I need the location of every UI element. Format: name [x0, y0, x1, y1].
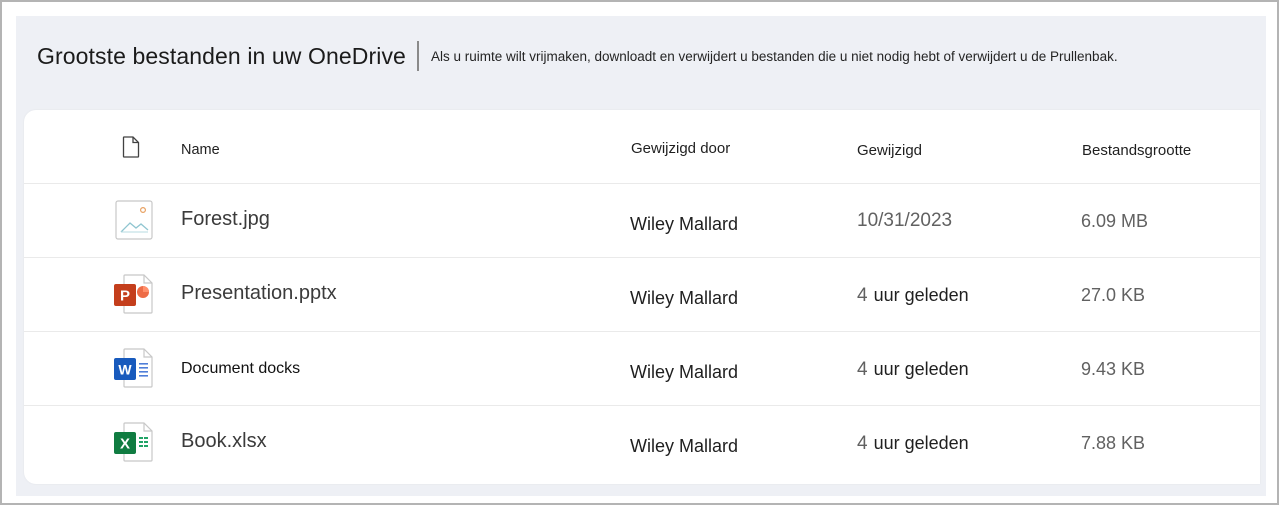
file-name[interactable]: Presentation.pptx: [181, 282, 337, 305]
file-name[interactable]: Forest.jpg: [181, 208, 270, 231]
modified-value: 4: [857, 433, 868, 454]
page-subtitle: Als u ruimte wilt vrijmaken, downloadt e…: [430, 48, 1118, 64]
header-divider: [416, 41, 419, 71]
modified-value: 4: [857, 359, 868, 380]
window-frame: Grootste bestanden in uw OneDrive Als u …: [0, 0, 1279, 505]
modified-by: Wiley Mallard: [630, 288, 739, 308]
file-icon[interactable]: [122, 136, 140, 163]
modified-date: 4 uur geleden: [857, 433, 969, 455]
powerpoint-file-icon: P: [113, 272, 155, 316]
largest-files-panel: Grootste bestanden in uw OneDrive Als u …: [16, 16, 1266, 496]
file-size: 7.88 KB: [1081, 433, 1146, 453]
panel-header: Grootste bestanden in uw OneDrive Als u …: [37, 38, 1118, 74]
modified-value: 4: [857, 285, 868, 306]
modified-date: 10/31/2023: [857, 210, 952, 232]
table-header-row: Name Gewijzigd door Gewijzigd Bestandsgr…: [24, 110, 1260, 184]
table-row[interactable]: P Presentation.pptx Wiley Mallard 4 uur g…: [24, 258, 1260, 332]
file-size: 27.0 KB: [1081, 285, 1146, 305]
modified-by: Wiley Mallard: [630, 214, 739, 234]
file-name[interactable]: Document docks: [181, 360, 300, 378]
svg-text:P: P: [120, 288, 130, 305]
modified-unit: uur geleden: [873, 285, 969, 305]
modified-by: Wiley Mallard: [630, 436, 739, 456]
file-size: 6.09 MB: [1081, 211, 1149, 231]
excel-file-icon: X: [113, 420, 155, 464]
table-row[interactable]: X Book.xlsx Wiley Mallard 4 uur geleden 7…: [24, 406, 1260, 480]
modified-unit: uur geleden: [873, 433, 969, 453]
file-size: 9.43 KB: [1081, 359, 1146, 379]
modified-unit: uur geleden: [873, 359, 969, 379]
page-title: Grootste bestanden in uw OneDrive: [37, 42, 406, 69]
svg-text:X: X: [120, 436, 130, 453]
file-name[interactable]: Book.xlsx: [181, 430, 267, 453]
svg-text:W: W: [118, 362, 132, 378]
column-header-name[interactable]: Name: [181, 142, 220, 158]
column-header-file-size[interactable]: Bestandsgrootte: [1082, 142, 1191, 159]
files-table: Name Gewijzigd door Gewijzigd Bestandsgr…: [24, 110, 1260, 484]
modified-date: 4 uur geleden: [857, 285, 969, 307]
column-header-modified-by[interactable]: Gewijzigd door: [631, 140, 730, 157]
image-file-icon: [113, 198, 155, 242]
modified-by: Wiley Mallard: [630, 362, 739, 382]
table-row[interactable]: W Document docks Wiley Mallard 4 uur gele…: [24, 332, 1260, 406]
modified-value: 10/31/2023: [857, 210, 953, 231]
word-file-icon: W: [113, 346, 155, 390]
column-header-modified[interactable]: Gewijzigd: [857, 142, 922, 159]
table-row[interactable]: Forest.jpg Wiley Mallard 10/31/2023 6.09…: [24, 184, 1260, 258]
modified-date: 4 uur geleden: [857, 359, 969, 381]
